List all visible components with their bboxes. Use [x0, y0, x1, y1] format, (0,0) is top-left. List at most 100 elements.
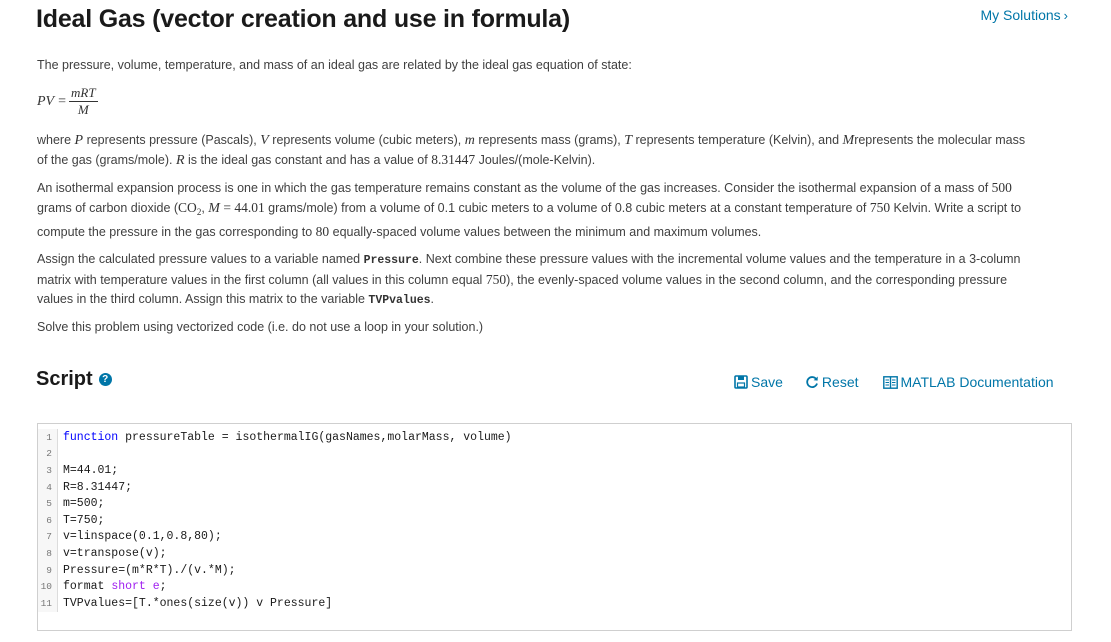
- line-number: 8: [38, 545, 58, 562]
- code-line[interactable]: 8 v=transpose(v);: [38, 545, 1071, 562]
- text: grams of carbon dioxide (: [37, 201, 179, 215]
- molar-mass-value: 44.01: [234, 200, 265, 215]
- equation-equals: =: [58, 93, 67, 109]
- reset-icon: [805, 375, 819, 389]
- equation-denominator: M: [77, 101, 89, 117]
- math-m-molar: M: [842, 133, 855, 148]
- line-number: 10: [38, 578, 58, 595]
- chevron-right-icon: ›: [1063, 8, 1068, 23]
- reset-button[interactable]: Reset: [805, 374, 859, 390]
- code-text: function pressureTable = isothermalIG(ga…: [58, 431, 512, 444]
- code-token: v=transpose(v);: [63, 546, 167, 560]
- code-line[interactable]: 1 function pressureTable = isothermalIG(g…: [38, 429, 1071, 446]
- line-number: 3: [38, 462, 58, 479]
- text: Assign the calculated pressure values to…: [37, 252, 364, 266]
- line-number: 7: [38, 528, 58, 546]
- vectorized-note: Solve this problem using vectorized code…: [37, 320, 484, 334]
- code-line[interactable]: 4 R=8.31447;: [38, 478, 1071, 496]
- line-number: 9: [38, 561, 58, 579]
- code-text: M=44.01;: [58, 464, 118, 477]
- book-icon: [882, 375, 898, 389]
- tvpvalues-var: TVPvalues: [368, 294, 431, 307]
- temperature-value: 750: [869, 200, 891, 215]
- code-text: m=500;: [58, 497, 104, 510]
- code-text: TVPvalues=[T.*ones(size(v)) v Pressure]: [58, 597, 332, 610]
- code-text: T=750;: [58, 514, 104, 527]
- code-token: TVPvalues=[T.*ones(size(v)) v Pressure]: [63, 596, 333, 610]
- code-line[interactable]: 7 v=linspace(0.1,0.8,80);: [38, 528, 1071, 546]
- text: .: [430, 292, 435, 306]
- code-token: function: [63, 430, 119, 444]
- code-line[interactable]: 6 T=750;: [38, 511, 1071, 529]
- equation-lhs: PV: [37, 93, 55, 109]
- save-button[interactable]: Save: [734, 374, 783, 390]
- math-p: P: [74, 133, 84, 148]
- equation-fraction: mRT M: [69, 84, 98, 117]
- code-token: M=44.01;: [63, 463, 119, 477]
- line-number: 6: [38, 511, 58, 529]
- math-m-molar: M: [208, 201, 220, 216]
- isothermal-paragraph: An isothermal expansion process is one i…: [37, 178, 1037, 242]
- code-line[interactable]: 5 m=500;: [38, 495, 1071, 512]
- text: An isothermal expansion process is one i…: [37, 181, 992, 195]
- code-token: v=linspace(0.1,0.8,80);: [63, 530, 222, 544]
- code-line[interactable]: 11 TVPvalues=[T.*ones(size(v)) v Pressure…: [38, 594, 1071, 612]
- my-solutions-label: My Solutions: [980, 7, 1061, 23]
- problem-description: The pressure, volume, temperature, and m…: [37, 56, 1037, 345]
- code-token: Pressure=(m*R*T)./(v.*M);: [63, 563, 236, 577]
- temperature-value: 750: [485, 272, 507, 287]
- code-token: format: [63, 580, 112, 594]
- code-editor[interactable]: 1 function pressureTable = isothermalIG(g…: [37, 423, 1072, 631]
- math-m: m: [464, 133, 475, 148]
- matlab-documentation-button[interactable]: MATLAB Documentation: [882, 374, 1054, 390]
- text: represents volume (cubic meters),: [268, 133, 465, 147]
- code-line[interactable]: 9 Pressure=(m*R*T)./(v.*M);: [38, 561, 1071, 579]
- text: where: [37, 133, 75, 147]
- help-icon[interactable]: ?: [98, 373, 112, 386]
- code-token: m=500;: [63, 497, 105, 511]
- intro-text: The pressure, volume, temperature, and m…: [37, 58, 632, 72]
- line-number: 4: [38, 478, 58, 496]
- math-v: V: [260, 133, 269, 148]
- code-text: format short e;: [58, 580, 167, 593]
- text: represents temperature (Kelvin), and: [631, 133, 843, 147]
- co2-formula: CO: [178, 200, 197, 215]
- ideal-gas-equation: PV = mRT M: [37, 83, 1037, 119]
- code-text: Pressure=(m*R*T)./(v.*M);: [58, 564, 236, 577]
- code-token: T=750;: [63, 513, 105, 527]
- r-value: 8.31447: [431, 152, 476, 167]
- my-solutions-link[interactable]: My Solutions ›: [981, 7, 1069, 23]
- text: equally-spaced volume values between the…: [329, 225, 762, 239]
- text: is the ideal gas constant and has a valu…: [184, 153, 432, 167]
- line-number: 2: [38, 445, 58, 463]
- code-line[interactable]: 10 format short e;: [38, 578, 1071, 595]
- text: Joules/(mole-Kelvin).: [475, 153, 596, 167]
- code-line[interactable]: 2: [38, 445, 1071, 463]
- code-token: short e: [111, 580, 160, 594]
- code-token: pressureTable = isothermalIG(gasNames,mo…: [118, 430, 512, 444]
- reset-label: Reset: [821, 374, 859, 390]
- mass-value: 500: [991, 180, 1012, 195]
- assign-paragraph: Assign the calculated pressure values to…: [37, 250, 1037, 310]
- text: grams/mole) from a volume of 0.1 cubic m…: [264, 201, 870, 215]
- script-toolbar: Save Reset MATLAB Documentation: [734, 374, 1054, 390]
- code-text: v=transpose(v);: [58, 547, 167, 560]
- math-r: R: [175, 153, 185, 168]
- line-number: 5: [38, 495, 58, 512]
- code-token: ;: [159, 580, 167, 594]
- save-label: Save: [751, 374, 783, 390]
- equation-numerator: mRT: [69, 84, 98, 102]
- code-line[interactable]: 3 M=44.01;: [38, 462, 1071, 479]
- script-title: Script: [36, 368, 93, 390]
- line-number: 11: [38, 594, 58, 612]
- text: represents pressure (Pascals),: [83, 133, 261, 147]
- script-heading: Script ?: [36, 368, 112, 391]
- count-value: 80: [315, 224, 330, 239]
- equals: =: [219, 200, 235, 215]
- code-text: R=8.31447;: [58, 481, 132, 494]
- code-token: R=8.31447;: [63, 480, 133, 494]
- pressure-var: Pressure: [363, 254, 419, 267]
- line-number: 1: [38, 429, 58, 446]
- page-title: Ideal Gas (vector creation and use in fo…: [36, 5, 571, 33]
- docs-label: MATLAB Documentation: [900, 374, 1054, 390]
